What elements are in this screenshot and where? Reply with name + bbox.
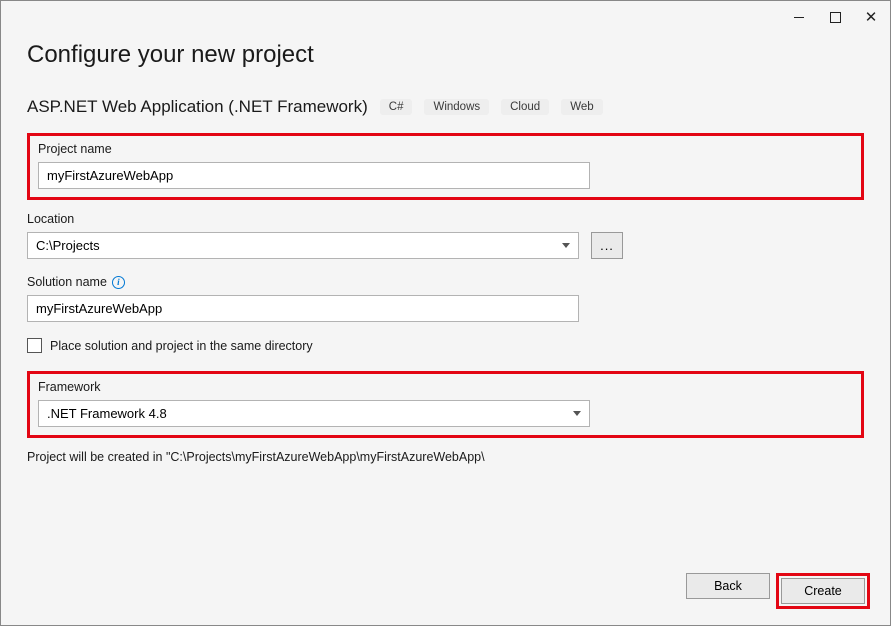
- template-name: ASP.NET Web Application (.NET Framework): [27, 97, 368, 117]
- tag-cloud: Cloud: [501, 99, 549, 115]
- window-titlebar: ✕: [1, 1, 890, 33]
- minimize-icon[interactable]: [792, 10, 806, 24]
- tag-windows: Windows: [424, 99, 489, 115]
- close-icon[interactable]: ✕: [864, 10, 878, 24]
- create-highlight: Create: [776, 573, 870, 609]
- browse-button[interactable]: ...: [591, 232, 623, 259]
- same-directory-checkbox[interactable]: [27, 338, 42, 353]
- back-button[interactable]: Back: [686, 573, 770, 599]
- location-label: Location: [27, 212, 864, 226]
- framework-highlight: Framework .NET Framework 4.8: [27, 371, 864, 438]
- maximize-icon[interactable]: [828, 10, 842, 24]
- creation-path-summary: Project will be created in "C:\Projects\…: [27, 450, 864, 464]
- location-select[interactable]: C:\Projects: [27, 232, 579, 259]
- tag-csharp: C#: [380, 99, 413, 115]
- create-button[interactable]: Create: [781, 578, 865, 604]
- same-directory-label: Place solution and project in the same d…: [50, 339, 313, 353]
- project-name-input[interactable]: [38, 162, 590, 189]
- tag-web: Web: [561, 99, 602, 115]
- page-title: Configure your new project: [27, 41, 864, 69]
- solution-name-label: Solution name: [27, 275, 107, 289]
- framework-label: Framework: [38, 380, 853, 394]
- solution-name-input[interactable]: [27, 295, 579, 322]
- project-name-label: Project name: [38, 142, 853, 156]
- framework-select[interactable]: .NET Framework 4.8: [38, 400, 590, 427]
- info-icon[interactable]: i: [112, 276, 125, 289]
- project-name-highlight: Project name: [27, 133, 864, 200]
